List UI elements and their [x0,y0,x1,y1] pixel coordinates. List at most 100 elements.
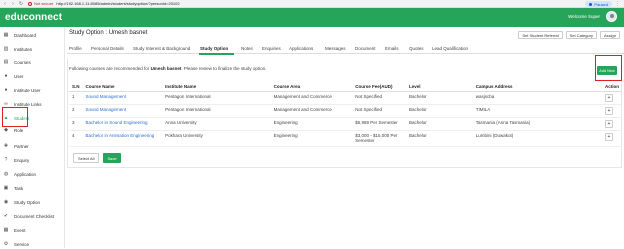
save-button[interactable]: Save [103,153,121,163]
cell-level: Bachelor [406,91,473,105]
avatar[interactable] [606,11,617,22]
tab-notes[interactable]: Notes [241,46,253,51]
sidebar-item-institute-user[interactable]: ● Institute User [3,85,63,95]
sidebar-item-user[interactable]: ● User [3,71,63,81]
profile-button[interactable]: Paused [585,1,612,7]
tab-study-interest[interactable]: Study Interest & Background [133,46,190,51]
column-header-action: Action [602,83,622,92]
app-logo[interactable]: educonnect [5,12,62,23]
tab-enquiries[interactable]: Enquiries [262,46,281,51]
cell-institute: Pentagon International [162,104,271,118]
cell-course-fee: Not Specified [352,104,407,118]
study-option-table: S.N Course Name Institute Name Course Ar… [69,83,622,147]
cell-campus: TIMILA [472,104,602,118]
sidebar-item-label: Application [14,171,37,177]
cell-campus: wasjscba [472,91,602,105]
add-course-button[interactable]: + [605,106,613,115]
cell-action: + [602,91,622,105]
cell-course-area: Management and Commerce [270,91,353,105]
tab-study-option[interactable]: Study Option [200,46,228,51]
add-course-button[interactable]: + [605,93,613,102]
back-icon[interactable]: ‹ [2,1,8,7]
tab-quotes[interactable]: Quotes [409,46,424,51]
cell-course-name: Bachelor in Sound Engineering [82,117,163,131]
cell-course-fee: Not Specified [352,91,407,105]
tab-document[interactable]: Document [355,46,376,51]
profile-label: Paused [594,1,608,7]
browser-menu-icon[interactable]: ⋮ [615,1,620,7]
user-icon: ● [4,73,8,79]
tab-profile[interactable]: Profile [69,46,82,51]
cell-course-area: Engineering [270,130,353,147]
sidebar-item-label: Document Checklist [14,213,55,219]
assign-button[interactable]: Assign [599,31,620,39]
cell-action: + [602,130,622,147]
column-header-course-area: Course Area [270,83,353,92]
tab-personal-details[interactable]: Personal Details [91,46,124,51]
tab-emails[interactable]: Emails [385,46,399,51]
column-header-course-fee: Course Fee(AUD) [352,83,407,92]
sidebar-item-label: Task [14,185,24,191]
sidebar-item-document-checklist[interactable]: ✔ Document Checklist [3,211,63,221]
sidebar: ▦ Dashboard ▥ Institutes ▤ Courses ● User ● I… [0,27,65,248]
column-header-campus-address: Campus Address [472,83,602,92]
sidebar-item-partner[interactable]: ✚ Partner [3,141,63,151]
question-icon: ? [4,157,8,163]
column-header-course-name: Course Name [82,83,163,92]
add-course-button[interactable]: + [605,132,613,141]
student-name: Umesh basnet [150,66,182,71]
cell-sn: 2 [69,104,83,118]
checklist-icon: ✔ [3,213,9,219]
sidebar-item-institutes[interactable]: ▥ Institutes [3,44,63,54]
sidebar-item-dashboard[interactable]: ▦ Dashboard [3,30,63,40]
course-link[interactable]: Sound Management [86,94,127,99]
reload-icon[interactable]: ↻ [18,1,24,7]
task-icon: ▣ [3,185,9,191]
sidebar-item-label: Institute User [14,87,41,93]
sidebar-item-label: Service [14,241,30,247]
select-all-button[interactable]: Select All [73,153,100,163]
sidebar-item-study-option[interactable]: ◉ Study Option [3,197,63,207]
table-header-row: S.N Course Name Institute Name Course Ar… [69,83,622,92]
cell-course-fee: $6,989 Per Semester [352,117,407,131]
role-icon: ◆ [4,127,8,133]
cell-sn: 3 [69,117,83,131]
course-link[interactable]: Bachelor in Sound Engineering [86,120,148,125]
tab-applications[interactable]: Applications [289,46,313,51]
sidebar-item-enquiry[interactable]: ? Enquiry [3,155,63,165]
sidebar-item-label: Institute Links [14,101,42,107]
sidebar-item-event[interactable]: ▦ Event [3,225,63,235]
cell-sn: 4 [69,130,83,147]
building-icon: ▥ [3,46,9,52]
column-header-level: Level [406,83,473,92]
sidebar-item-application[interactable]: ◍ Application [3,169,63,179]
sidebar-item-task[interactable]: ▣ Task [3,183,63,193]
address-bar[interactable]: http://192.168.1.11:8085/admin/student/s… [56,1,179,6]
course-link[interactable]: Sound Management [86,107,127,112]
study-option-icon: ◉ [3,199,9,205]
sidebar-item-label: Dashboard [14,32,37,38]
tab-lead-qualification[interactable]: Lead Qualification [432,46,468,51]
highlight-student-outline [2,107,28,127]
set-student-referral-button[interactable]: Set Student Referral [518,31,563,39]
set-category-button[interactable]: Set Category [565,31,597,39]
add-course-button[interactable]: + [605,119,613,128]
table-row: 3 Bachelor in Sound Engineering Anna Uni… [69,117,622,131]
dashboard-icon: ▦ [3,32,9,38]
security-indicator[interactable]: Not secure [28,1,53,6]
cell-campus: Lumbini (Duwakot) [472,130,602,147]
cell-course-area: Management and Commerce [270,104,353,118]
security-label: Not secure [34,1,54,6]
cell-sn: 1 [69,91,83,105]
sidebar-item-label: Study Option [14,199,41,205]
forward-icon[interactable]: › [10,1,16,7]
tab-messages[interactable]: Messages [325,46,346,51]
globe-icon: ◍ [3,171,9,177]
column-header-institute-name: Institute Name [162,83,271,92]
sidebar-item-courses[interactable]: ▤ Courses [3,57,63,67]
table-footer-actions: Select All Save [73,153,121,163]
table-row: 1 Sound Management Pentagon Internationa… [69,91,622,105]
highlight-add-new-outline [595,55,622,81]
sidebar-item-label: Event [14,227,26,233]
course-link[interactable]: Bachelor in Animation Engineering [86,133,155,138]
